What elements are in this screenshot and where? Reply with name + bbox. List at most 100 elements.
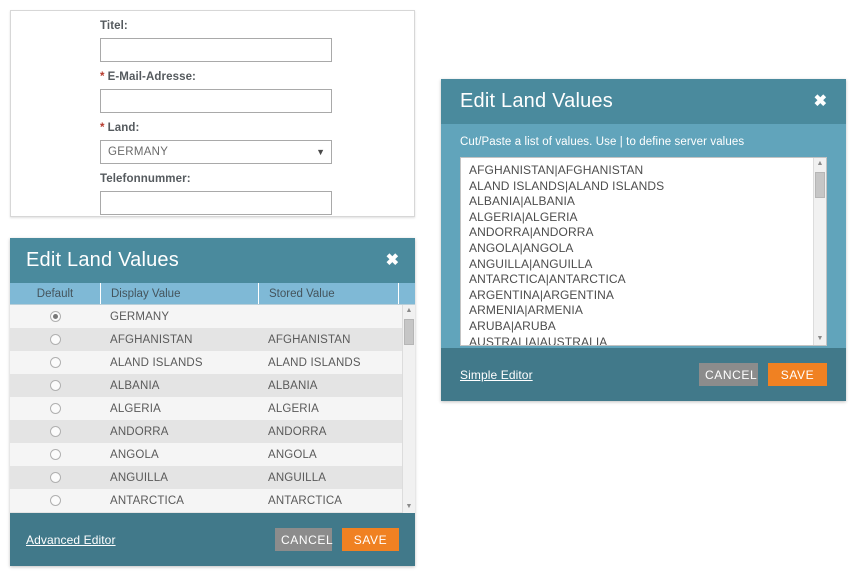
land-select-value[interactable]: GERMANY bbox=[100, 140, 332, 164]
default-cell bbox=[10, 472, 100, 483]
display-value-cell: AFGHANISTAN bbox=[110, 333, 193, 346]
values-textarea[interactable]: AFGHANISTAN|AFGHANISTAN ALAND ISLANDS|AL… bbox=[461, 158, 826, 345]
simple-dialog-title: Edit Land Values bbox=[26, 249, 179, 271]
display-value-cell: GERMANY bbox=[110, 310, 170, 323]
advanced-dialog-footer: Simple Editor CANCEL SAVE bbox=[441, 348, 846, 401]
display-value-cell: ANGOLA bbox=[110, 448, 159, 461]
column-header-spacer bbox=[398, 283, 415, 304]
cancel-button[interactable]: CANCEL bbox=[699, 363, 758, 386]
scroll-down-arrow-icon[interactable]: ▼ bbox=[814, 333, 826, 345]
table-row[interactable]: ANTARCTICA ANTARCTICA bbox=[10, 489, 415, 512]
telefonnummer-input[interactable] bbox=[100, 191, 332, 215]
scroll-up-arrow-icon[interactable]: ▲ bbox=[814, 158, 826, 170]
field-email: * E-Mail-Adresse: bbox=[100, 70, 345, 113]
table-row[interactable]: ALBANIA ALBANIA bbox=[10, 374, 415, 397]
textarea-scroll-thumb[interactable] bbox=[815, 172, 825, 198]
field-titel: Titel: bbox=[100, 19, 345, 62]
default-radio-button[interactable] bbox=[49, 449, 61, 460]
display-value-cell: ALAND ISLANDS bbox=[110, 356, 203, 369]
display-value-cell: ALBANIA bbox=[110, 379, 160, 392]
values-table: Default Display Value Stored Value GERMA… bbox=[10, 283, 415, 513]
table-scroll-thumb[interactable] bbox=[404, 319, 414, 345]
table-row[interactable]: ALGERIA ALGERIA bbox=[10, 397, 415, 420]
label-titel-text: Titel: bbox=[100, 20, 128, 32]
label-telefonnummer-text: Telefonnummer: bbox=[100, 173, 191, 185]
titel-input[interactable] bbox=[100, 38, 332, 62]
cancel-button[interactable]: CANCEL bbox=[275, 528, 333, 551]
default-radio-button[interactable] bbox=[49, 403, 61, 414]
scroll-down-arrow-icon[interactable]: ▼ bbox=[403, 501, 415, 513]
column-header-default: Default bbox=[36, 288, 74, 300]
required-asterisk-land: * bbox=[100, 122, 105, 134]
simple-dialog-footer: Advanced Editor CANCEL SAVE bbox=[10, 513, 415, 566]
default-cell bbox=[10, 357, 100, 368]
advanced-dialog-title: Edit Land Values bbox=[460, 90, 613, 112]
simple-dialog-header: Edit Land Values ✖ bbox=[10, 238, 415, 283]
stored-value-cell: ANGOLA bbox=[268, 448, 317, 461]
column-header-stored-value: Stored Value bbox=[258, 283, 398, 304]
simple-editor-link[interactable]: Simple Editor bbox=[460, 368, 533, 382]
email-input[interactable] bbox=[100, 89, 332, 113]
label-email: * E-Mail-Adresse: bbox=[100, 70, 345, 85]
column-header-display-value: Display Value bbox=[100, 283, 258, 304]
chevron-down-icon[interactable]: ▼ bbox=[316, 140, 325, 164]
table-row[interactable]: ANGUILLA ANGUILLA bbox=[10, 466, 415, 489]
paste-hint-text: Cut/Paste a list of values. Use | to def… bbox=[460, 136, 745, 148]
stored-value-cell: AFGHANISTAN bbox=[268, 333, 351, 346]
field-land: * Land: GERMANY ▼ bbox=[100, 121, 345, 164]
table-scrollbar[interactable]: ▲ ▼ bbox=[402, 305, 415, 513]
save-button[interactable]: SAVE bbox=[768, 363, 827, 386]
label-land-text: Land: bbox=[107, 122, 140, 134]
default-radio-button[interactable] bbox=[49, 334, 61, 345]
table-row[interactable]: GERMANY bbox=[10, 305, 415, 328]
close-icon[interactable]: ✖ bbox=[814, 94, 827, 110]
stored-value-cell: ALAND ISLANDS bbox=[268, 356, 361, 369]
label-titel: Titel: bbox=[100, 19, 345, 34]
default-cell bbox=[10, 495, 100, 506]
field-telefonnummer: Telefonnummer: bbox=[100, 172, 345, 215]
label-telefonnummer: Telefonnummer: bbox=[100, 172, 345, 187]
default-cell bbox=[10, 449, 100, 460]
simple-dialog-actions: CANCEL SAVE bbox=[275, 528, 399, 551]
scroll-up-arrow-icon[interactable]: ▲ bbox=[403, 305, 415, 317]
table-row[interactable]: ANGOLA ANGOLA bbox=[10, 443, 415, 466]
default-radio-button[interactable] bbox=[49, 357, 61, 368]
stored-value-cell: ALBANIA bbox=[268, 379, 318, 392]
table-row[interactable]: AFGHANISTAN AFGHANISTAN bbox=[10, 328, 415, 351]
stored-value-cell: ALGERIA bbox=[268, 402, 319, 415]
default-cell bbox=[10, 311, 100, 322]
textarea-scrollbar[interactable]: ▲ ▼ bbox=[813, 158, 826, 345]
stored-value-cell: ANTARCTICA bbox=[268, 494, 343, 507]
table-body: GERMANY AFGHANISTAN AFGHANISTAN ALAND ISLAN… bbox=[10, 305, 415, 513]
table-row[interactable]: ANDORRA ANDORRA bbox=[10, 420, 415, 443]
simple-editor-dialog: Edit Land Values ✖ Default Display Value… bbox=[10, 238, 415, 566]
values-textarea-wrapper[interactable]: AFGHANISTAN|AFGHANISTAN ALAND ISLANDS|AL… bbox=[460, 157, 827, 346]
required-asterisk-email: * bbox=[100, 71, 105, 83]
form-fields: Titel: * E-Mail-Adresse: * Land: GERMANY ▼ bbox=[100, 19, 345, 223]
land-select-wrapper[interactable]: GERMANY ▼ bbox=[100, 140, 332, 164]
default-radio-button[interactable] bbox=[49, 472, 61, 483]
advanced-dialog-actions: CANCEL SAVE bbox=[699, 363, 827, 386]
advanced-dialog-header: Edit Land Values ✖ bbox=[441, 79, 846, 124]
table-row[interactable]: ALAND ISLANDS ALAND ISLANDS bbox=[10, 351, 415, 374]
table-header-row: Default Display Value Stored Value bbox=[10, 283, 415, 305]
label-email-text: E-Mail-Adresse: bbox=[107, 71, 196, 83]
default-cell bbox=[10, 403, 100, 414]
screen-root: Titel: * E-Mail-Adresse: * Land: GERMANY ▼ bbox=[0, 0, 858, 574]
default-radio-button[interactable] bbox=[49, 495, 61, 506]
default-cell bbox=[10, 426, 100, 437]
advanced-editor-link[interactable]: Advanced Editor bbox=[26, 533, 116, 547]
display-value-cell: ANDORRA bbox=[110, 425, 169, 438]
stored-value-cell: ANGUILLA bbox=[268, 471, 327, 484]
default-radio-button[interactable] bbox=[49, 311, 61, 322]
stored-value-cell: ANDORRA bbox=[268, 425, 327, 438]
advanced-editor-dialog: Edit Land Values ✖ Cut/Paste a list of v… bbox=[441, 79, 846, 401]
contact-form-panel: Titel: * E-Mail-Adresse: * Land: GERMANY ▼ bbox=[10, 10, 415, 217]
advanced-dialog-body: Cut/Paste a list of values. Use | to def… bbox=[441, 124, 846, 348]
default-radio-button[interactable] bbox=[49, 380, 61, 391]
close-icon[interactable]: ✖ bbox=[386, 253, 399, 269]
save-button[interactable]: SAVE bbox=[342, 528, 399, 551]
default-radio-button[interactable] bbox=[49, 426, 61, 437]
display-value-cell: ALGERIA bbox=[110, 402, 161, 415]
display-value-cell: ANTARCTICA bbox=[110, 494, 185, 507]
